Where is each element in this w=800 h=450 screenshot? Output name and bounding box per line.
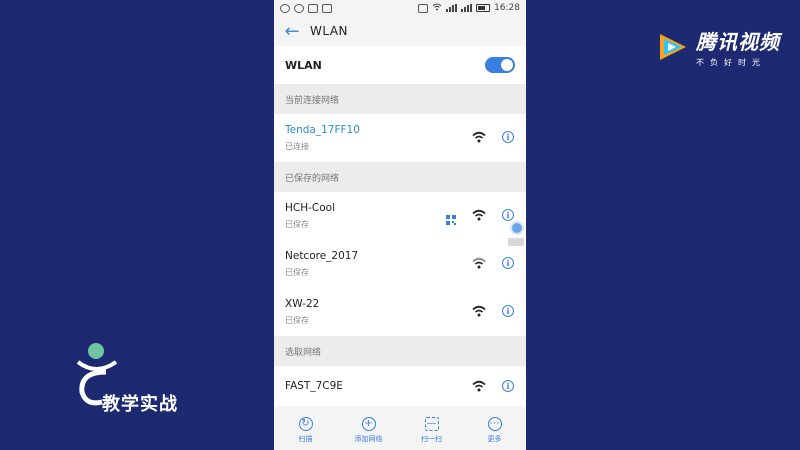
section-select: 选取网络 <box>274 336 526 366</box>
network-item-saved[interactable]: XW-22 已保存 i <box>274 288 526 336</box>
image-icon <box>322 3 332 13</box>
add-icon: + <box>361 416 376 431</box>
floating-handle[interactable] <box>508 238 524 246</box>
tencent-video-logo-icon <box>660 34 686 60</box>
signal-icon <box>446 4 458 12</box>
qr-code-icon[interactable] <box>446 210 456 225</box>
qr-scan-icon: — <box>424 416 439 431</box>
info-icon[interactable]: i <box>502 257 514 269</box>
phone-screen: 16:28 ← WLAN WLAN 当前连接网络 Tenda_17FF10 已连… <box>274 0 526 450</box>
info-icon[interactable]: i <box>502 305 514 317</box>
bottom-action-bar: ↻ 扫描 + 添加网络 — 扫一扫 ⋯ 更多 <box>274 410 526 450</box>
network-ssid: Tenda_17FF10 <box>285 124 360 136</box>
tencent-name: 腾讯视频 <box>696 30 780 54</box>
section-current: 当前连接网络 <box>274 84 526 114</box>
add-network-label: 添加网络 <box>354 434 383 443</box>
battery-icon <box>476 4 491 12</box>
network-ssid: FAST_7C9E <box>285 380 343 392</box>
status-bar: 16:28 <box>274 0 526 16</box>
info-icon[interactable]: i <box>502 131 514 143</box>
qr-scan-label: 扫一扫 <box>421 434 442 443</box>
wlan-toggle-label: WLAN <box>285 58 322 72</box>
more-button[interactable]: ⋯ 更多 <box>465 416 525 444</box>
page-title: WLAN <box>310 24 349 38</box>
network-ssid: Netcore_2017 <box>285 250 359 262</box>
network-item-available[interactable]: FAST_7C9E i <box>274 366 526 406</box>
add-network-button[interactable]: + 添加网络 <box>339 416 399 444</box>
title-bar: ← WLAN <box>274 16 526 46</box>
network-status: 已保存 <box>285 316 309 325</box>
tencent-video-watermark: 腾讯视频 不负好时光 <box>656 26 780 68</box>
network-status: 已保存 <box>285 268 309 277</box>
qr-scan-button[interactable]: — 扫一扫 <box>402 416 462 444</box>
more-icon: ⋯ <box>487 416 502 431</box>
section-saved: 已保存的网络 <box>274 162 526 192</box>
wifi-signal-icon <box>472 380 486 392</box>
info-icon[interactable]: i <box>502 380 514 392</box>
wifi-signal-icon <box>472 257 486 269</box>
notification-icon <box>280 3 290 13</box>
scan-icon: ↻ <box>298 416 313 431</box>
scan-label: 扫描 <box>298 434 313 443</box>
network-item-saved[interactable]: HCH-Cool 已保存 i <box>274 192 526 240</box>
status-time: 16:28 <box>494 3 520 13</box>
info-icon[interactable]: i <box>502 209 514 221</box>
wifi-status-icon <box>432 2 442 14</box>
network-status: 已保存 <box>285 220 309 229</box>
trash-icon <box>308 3 318 13</box>
scan-button[interactable]: ↻ 扫描 <box>276 416 336 444</box>
wifi-signal-icon <box>472 305 486 317</box>
network-item-current[interactable]: Tenda_17FF10 已连接 i <box>274 114 526 162</box>
network-ssid: HCH-Cool <box>285 202 336 214</box>
more-label: 更多 <box>487 434 502 443</box>
tencent-slogan: 不负好时光 <box>696 58 766 67</box>
course-label: 教学实战 <box>102 394 178 415</box>
network-status: 已连接 <box>285 142 309 151</box>
network-ssid: XW-22 <box>285 298 320 310</box>
wlan-toggle-row[interactable]: WLAN <box>274 46 526 84</box>
wifi-signal-icon <box>472 131 486 143</box>
wlan-toggle-switch[interactable] <box>485 57 515 73</box>
wifi-signal-icon <box>472 209 486 221</box>
clock-icon <box>294 3 304 13</box>
network-item-saved[interactable]: Netcore_2017 已保存 i <box>274 240 526 288</box>
arrow-left-icon[interactable]: ← <box>274 21 310 42</box>
signal-icon-2 <box>461 4 473 12</box>
floating-assistive-button[interactable] <box>510 221 524 235</box>
message-icon <box>418 3 429 13</box>
